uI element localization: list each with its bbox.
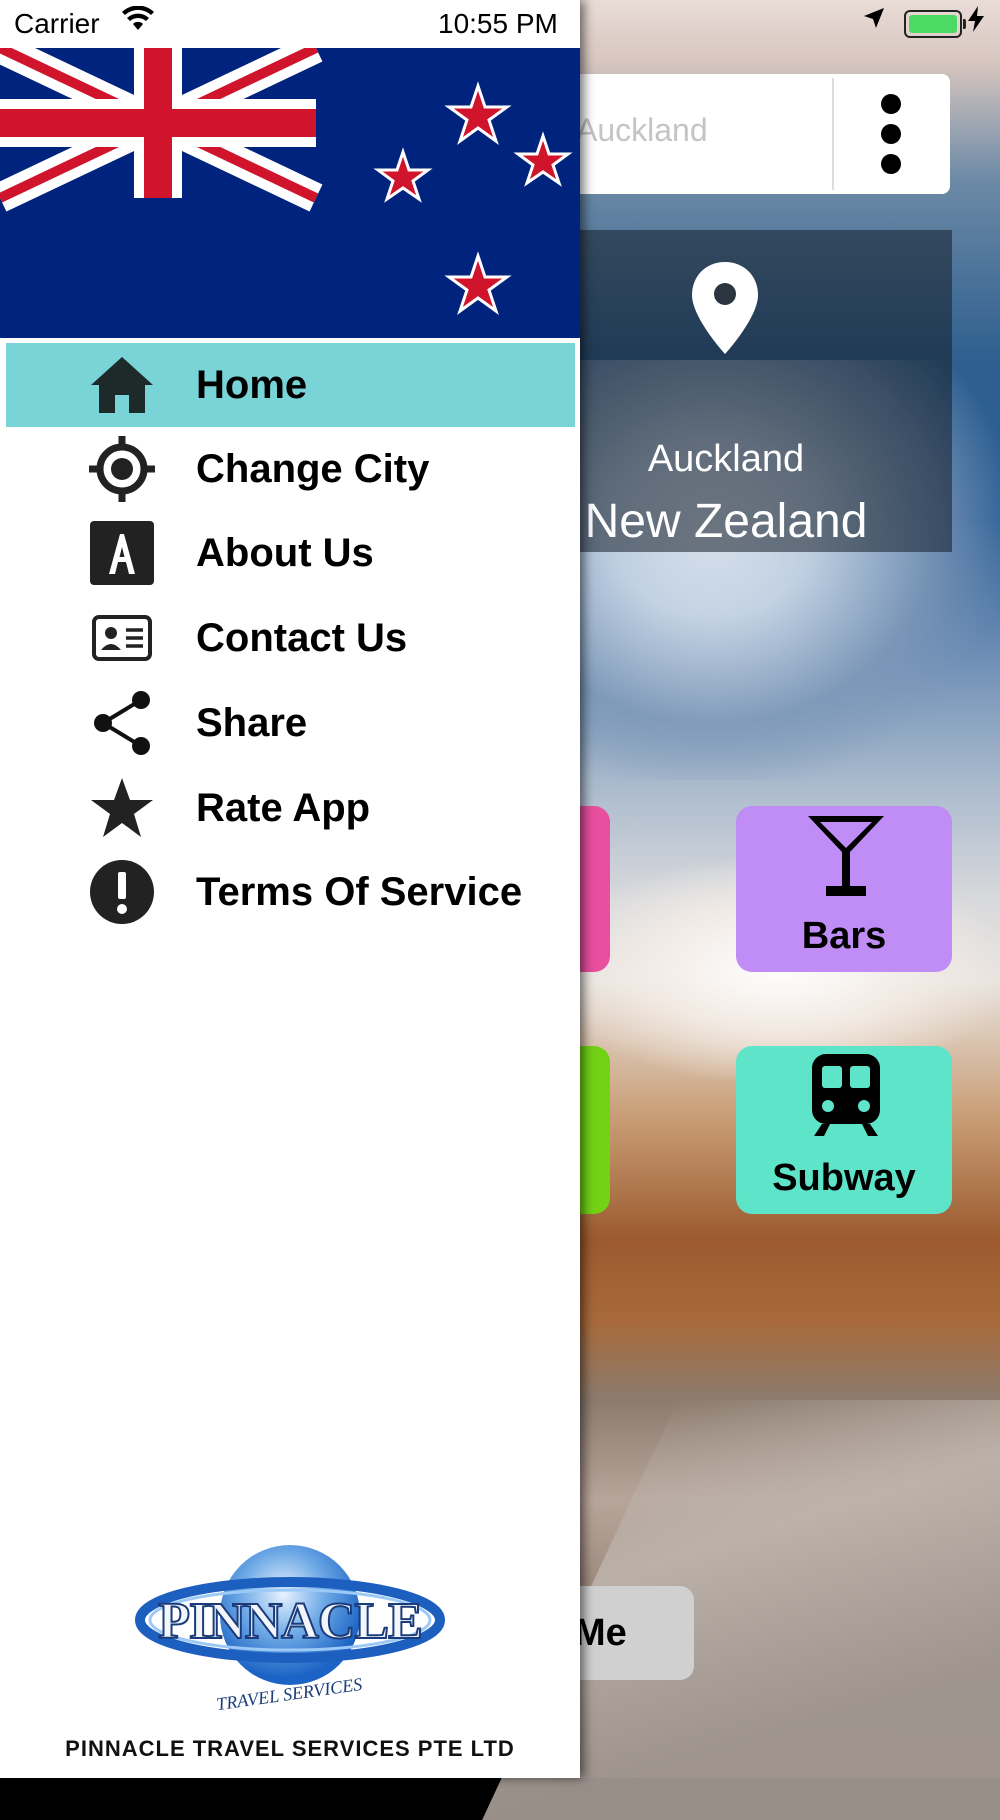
menu-label-home: Home <box>196 362 308 407</box>
menu-item-share[interactable]: Share <box>6 681 575 765</box>
country-name: New Zealand <box>584 495 868 548</box>
map-pin-icon <box>690 260 760 356</box>
location-arrow-icon <box>862 6 886 37</box>
about-icon <box>84 518 160 588</box>
bars-tile[interactable]: Bars <box>736 806 952 972</box>
more-options-button[interactable] <box>832 78 948 190</box>
svg-text:PINNACLE: PINNACLE <box>158 1593 422 1650</box>
carrier-label: Carrier <box>14 8 100 39</box>
contact-card-icon <box>84 603 160 673</box>
crosshair-icon <box>84 434 160 504</box>
menu-item-about-us[interactable]: About Us <box>6 511 575 595</box>
menu-label-about-us: About Us <box>196 530 374 575</box>
home-icon <box>84 350 160 420</box>
menu-item-rate-app[interactable]: Rate App <box>6 766 575 850</box>
menu-item-home[interactable]: Home <box>6 343 575 427</box>
me-button-label: Me <box>574 1611 627 1654</box>
bars-label: Bars <box>801 915 887 957</box>
subway-label: Subway <box>772 1157 916 1199</box>
search-input[interactable]: Auckland <box>576 112 708 149</box>
menu-label-terms-of-service: Terms Of Service <box>196 869 523 914</box>
menu-item-change-city[interactable]: Change City <box>6 427 575 511</box>
status-bar: Carrier 10:55 PM <box>0 0 1000 48</box>
wifi-icon <box>122 5 154 39</box>
menu-item-terms-of-service[interactable]: Terms Of Service <box>6 850 575 934</box>
menu-label-contact-us: Contact Us <box>196 615 408 660</box>
near-me-button[interactable]: Me <box>560 1586 694 1680</box>
pinnacle-logo: PINNACLE TRAVEL SERVICES <box>120 1530 460 1730</box>
battery-icon <box>904 10 966 38</box>
more-dots-icon <box>881 94 901 114</box>
share-icon <box>84 688 160 758</box>
clock: 10:55 PM <box>438 8 558 39</box>
menu-label-rate-app: Rate App <box>196 785 371 830</box>
star-icon <box>84 773 160 843</box>
menu-item-contact-us[interactable]: Contact Us <box>6 596 575 680</box>
cocktail-glass-icon <box>808 816 884 896</box>
train-icon <box>812 1054 880 1136</box>
subway-tile[interactable]: Subway <box>736 1046 952 1214</box>
charging-bolt-icon <box>968 6 984 39</box>
company-name: PINNACLE TRAVEL SERVICES PTE LTD <box>65 1736 515 1761</box>
navigation-drawer: Home Change City About Us Contact Us Sha… <box>0 0 580 1778</box>
menu-label-share: Share <box>196 700 308 745</box>
menu-label-change-city: Change City <box>196 446 430 491</box>
new-zealand-flag <box>0 48 580 338</box>
alert-icon <box>84 857 160 927</box>
city-name: Auckland <box>647 438 805 480</box>
